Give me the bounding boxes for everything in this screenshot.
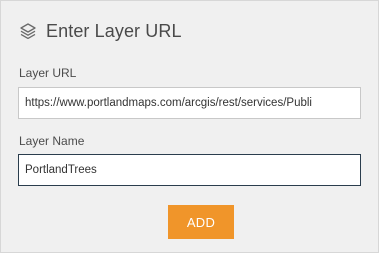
layer-name-label: Layer Name <box>19 134 85 148</box>
layer-name-input[interactable] <box>18 154 361 186</box>
panel-title: Enter Layer URL <box>46 20 182 41</box>
layer-url-input[interactable] <box>18 87 361 119</box>
panel-header: Enter Layer URL <box>19 18 182 44</box>
layer-url-label: Layer URL <box>19 66 77 80</box>
layers-icon <box>19 22 37 40</box>
enter-layer-url-panel: Enter Layer URL Layer URL Layer Name ADD <box>0 0 379 253</box>
add-button[interactable]: ADD <box>168 205 234 239</box>
